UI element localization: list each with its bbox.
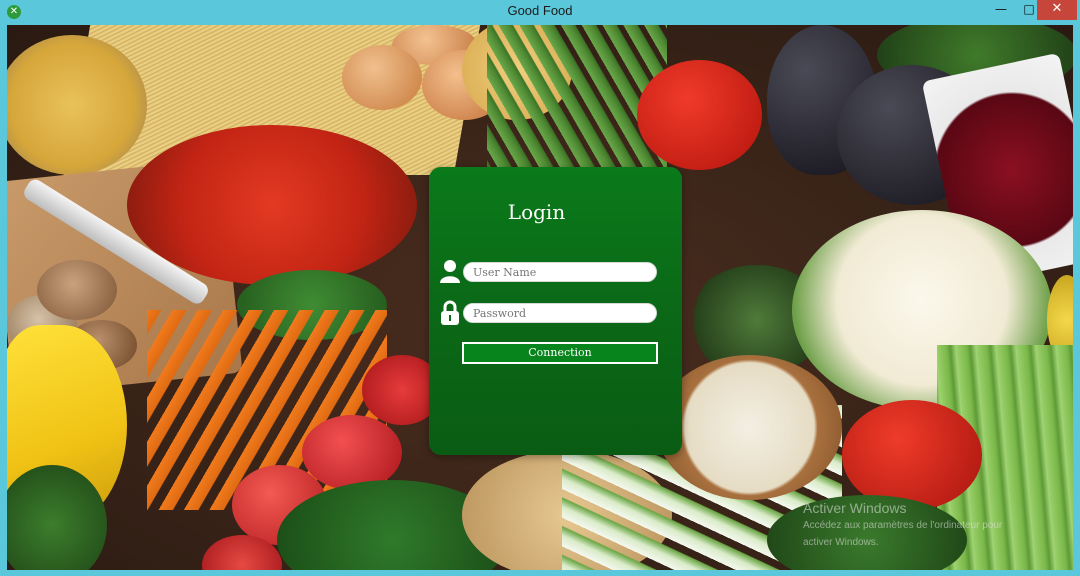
minimize-button[interactable]: — <box>986 0 1016 20</box>
apple-image <box>302 415 402 490</box>
title-bar[interactable]: ✕ Good Food — □ ✕ <box>0 0 1080 24</box>
rice-bowl-image <box>657 355 842 500</box>
watermark-title: Activer Windows <box>803 500 907 516</box>
user-icon <box>440 260 460 283</box>
window-title: Good Food <box>507 3 573 18</box>
watermark-line: Accédez aux paramètres de l'ordinateur p… <box>803 520 1003 531</box>
minimize-icon: — <box>995 2 1007 16</box>
onion-image <box>342 45 422 110</box>
maximize-icon: □ <box>1023 2 1035 16</box>
close-icon: ✕ <box>1051 1 1063 16</box>
login-panel: Login Connection <box>429 167 682 455</box>
watermark-line: activer Windows. <box>803 537 879 548</box>
login-title: Login <box>507 200 566 224</box>
connection-button[interactable]: Connection <box>462 342 658 364</box>
mushroom-image <box>37 260 117 320</box>
app-window: ✕ Good Food — □ ✕ Login User Name Connec… <box>0 0 1080 576</box>
activation-watermark: Activer Windows Accédez aux paramètres d… <box>803 500 1002 550</box>
password-input[interactable] <box>463 303 657 323</box>
tomatoes-image <box>127 125 417 285</box>
lock-icon <box>441 300 459 325</box>
close-button[interactable]: ✕ <box>1037 0 1077 20</box>
background-food-image: Login Connection Activer Windows Accédez… <box>7 25 1073 570</box>
red-pepper-image <box>637 60 762 170</box>
red-pepper-image <box>842 400 982 510</box>
username-input[interactable] <box>463 262 657 282</box>
